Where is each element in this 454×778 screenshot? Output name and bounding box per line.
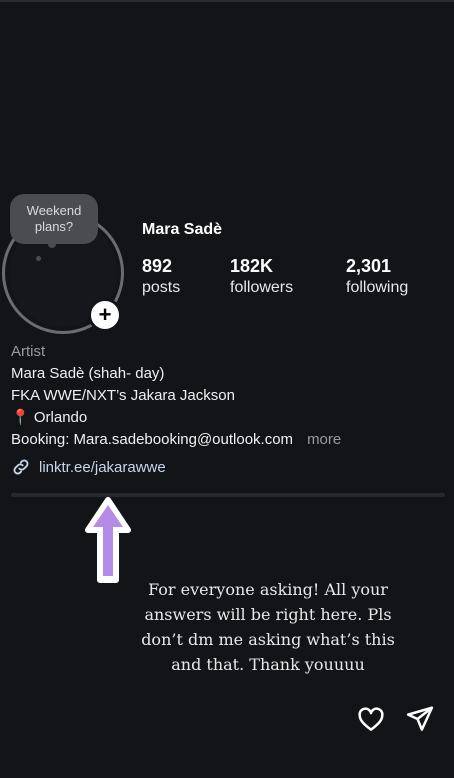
bio-category: Artist: [11, 343, 46, 360]
bio-link-text: linktr.ee/jakarawwe: [39, 458, 166, 476]
stat-posts-label: posts: [142, 279, 181, 296]
stat-following-label: following: [346, 279, 409, 296]
bio-booking-text: Booking: Mara.sadebooking@outlook.com: [11, 431, 294, 448]
bio-location-text: Orlando: [33, 409, 88, 426]
note-text: Weekend plans?: [26, 203, 82, 234]
profile-divider: [11, 493, 445, 497]
note-bubble-tail-small: [36, 256, 41, 261]
stat-posts-value: 892: [142, 256, 173, 276]
plus-icon: +: [98, 302, 112, 327]
note-bubble[interactable]: Weekend plans?: [10, 194, 98, 244]
bio-location: 📍 Orlando: [11, 407, 87, 428]
more-link[interactable]: more: [307, 431, 341, 448]
bio-line-name: Mara Sadè (shah- day): [11, 365, 165, 382]
profile-name: Mara Sadè: [142, 221, 223, 238]
bio-link[interactable]: linktr.ee/jakarawwe: [11, 457, 166, 477]
send-icon[interactable]: [405, 704, 435, 734]
story-caption: For everyone asking! All your answers wi…: [141, 580, 395, 674]
stat-posts[interactable]: 892 posts: [142, 256, 180, 298]
heart-icon[interactable]: [356, 704, 386, 734]
bio-line-fka: FKA WWE/NXT’s Jakara Jackson: [11, 387, 235, 404]
top-edge: [0, 0, 454, 2]
note-bubble-tail: [48, 240, 56, 248]
stat-followers[interactable]: 182K followers: [230, 256, 293, 298]
add-story-button[interactable]: +: [88, 298, 122, 332]
stat-followers-value: 182K: [230, 256, 274, 276]
pin-icon: 📍: [11, 409, 30, 426]
link-icon: [13, 459, 29, 475]
up-arrow-sticker: [85, 497, 131, 583]
stat-following[interactable]: 2,301 following: [346, 256, 408, 298]
stat-followers-label: followers: [230, 279, 294, 296]
bio-booking: Booking: Mara.sadebooking@outlook.com mor…: [11, 429, 341, 450]
stat-following-value: 2,301: [346, 256, 392, 276]
